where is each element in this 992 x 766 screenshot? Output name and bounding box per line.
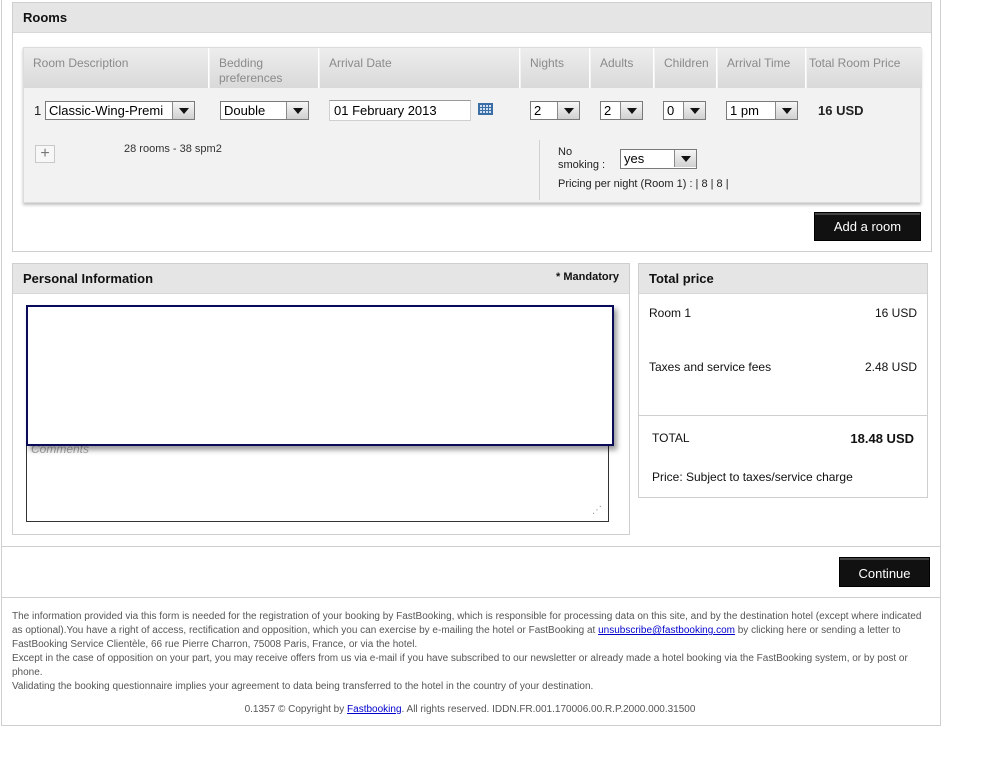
chevron-down-icon xyxy=(172,102,194,119)
children-select[interactable]: 0 xyxy=(663,101,706,120)
total-label: TOTAL xyxy=(652,431,690,445)
expand-plus-icon[interactable]: + xyxy=(35,145,55,163)
copyright: 0.1357 © Copyright by Fastbooking. All r… xyxy=(0,704,940,715)
overlay-popup xyxy=(26,305,614,446)
personal-info-header: Personal Information * Mandatory xyxy=(13,264,629,294)
header-arrival-date: Arrival Date xyxy=(320,48,520,88)
calendar-icon[interactable] xyxy=(478,103,493,115)
bedding-value: Double xyxy=(224,103,266,118)
fastbooking-link[interactable]: Fastbooking xyxy=(347,704,401,715)
header-bedding: Bedding preferences xyxy=(210,48,319,88)
chevron-down-icon xyxy=(557,102,579,119)
room-price: 16 USD xyxy=(818,103,864,118)
header-arrival-time: Arrival Time xyxy=(718,48,806,88)
add-room-button[interactable]: Add a room xyxy=(814,212,921,241)
footer-paragraph-1: The information provided via this form i… xyxy=(12,610,932,652)
header-total-room-price: Total Room Price xyxy=(807,48,922,88)
room-line-label: Room 1 xyxy=(649,306,692,320)
no-smoking-select[interactable]: yes xyxy=(620,149,697,169)
children-value: 0 xyxy=(667,103,675,118)
taxes-value: 2.48 USD xyxy=(864,360,917,374)
footer-paragraph-2: Except in the case of opposition on your… xyxy=(12,653,908,678)
adults-select[interactable]: 2 xyxy=(600,101,643,120)
room-details: 28 rooms - 38 spm2 xyxy=(124,143,222,155)
resize-handle-icon[interactable]: ⋰ xyxy=(592,506,602,516)
arrival-time-value: 1 pm xyxy=(730,103,759,118)
copyright-text: 0.1357 © Copyright by xyxy=(244,704,348,715)
divider xyxy=(1,597,941,598)
comments-textarea[interactable]: Comments ⋰ xyxy=(26,440,609,522)
arrival-time-select[interactable]: 1 pm xyxy=(726,101,798,120)
total-price-panel: Total price Room 1 16 USD Taxes and serv… xyxy=(638,263,928,498)
rooms-table: Room Description Bedding preferences Arr… xyxy=(23,47,922,203)
footer-legal-text: The information provided via this form i… xyxy=(12,610,932,694)
header-children: Children xyxy=(655,48,717,88)
pricing-per-night: Pricing per night (Room 1) : | 8 | 8 | xyxy=(558,178,729,190)
divider xyxy=(639,415,927,416)
bedding-select[interactable]: Double xyxy=(220,101,309,120)
copyright-text: . All rights reserved. IDDN.FR.001.17000… xyxy=(401,704,696,715)
chevron-down-icon xyxy=(775,102,797,119)
divider xyxy=(539,140,540,200)
arrival-date-input[interactable]: 01 February 2013 xyxy=(329,100,471,121)
no-smoking-label: No smoking : xyxy=(558,146,606,171)
no-smoking-value: yes xyxy=(624,151,645,166)
mandatory-note: * Mandatory xyxy=(556,271,619,283)
personal-info-title: Personal Information xyxy=(23,271,154,286)
nights-value: 2 xyxy=(534,103,542,118)
header-nights: Nights xyxy=(521,48,590,88)
divider xyxy=(1,546,941,547)
header-adults: Adults xyxy=(591,48,654,88)
chevron-down-icon xyxy=(683,102,705,119)
chevron-down-icon xyxy=(674,150,696,167)
taxes-label: Taxes and service fees xyxy=(649,360,772,374)
price-note: Price: Subject to taxes/service charge xyxy=(652,470,853,484)
room-type-select[interactable]: Classic-Wing-Premi xyxy=(45,101,195,120)
room-type-value: Classic-Wing-Premi xyxy=(49,103,164,118)
rooms-title: Rooms xyxy=(13,3,931,33)
room-line-value: 16 USD xyxy=(874,306,917,320)
header-room-description: Room Description xyxy=(24,48,209,88)
continue-button[interactable]: Continue xyxy=(839,557,930,587)
total-value: 18.48 USD xyxy=(850,431,914,446)
unsubscribe-email-link[interactable]: unsubscribe@fastbooking.com xyxy=(598,625,735,636)
rooms-panel: Rooms Room Description Bedding preferenc… xyxy=(12,2,932,252)
total-price-title: Total price xyxy=(639,264,927,294)
adults-value: 2 xyxy=(604,103,612,118)
nights-select[interactable]: 2 xyxy=(530,101,580,120)
chevron-down-icon xyxy=(286,102,308,119)
chevron-down-icon xyxy=(620,102,642,119)
room-index: 1 xyxy=(34,103,42,118)
footer-paragraph-3: Validating the booking questionnaire imp… xyxy=(12,681,594,692)
